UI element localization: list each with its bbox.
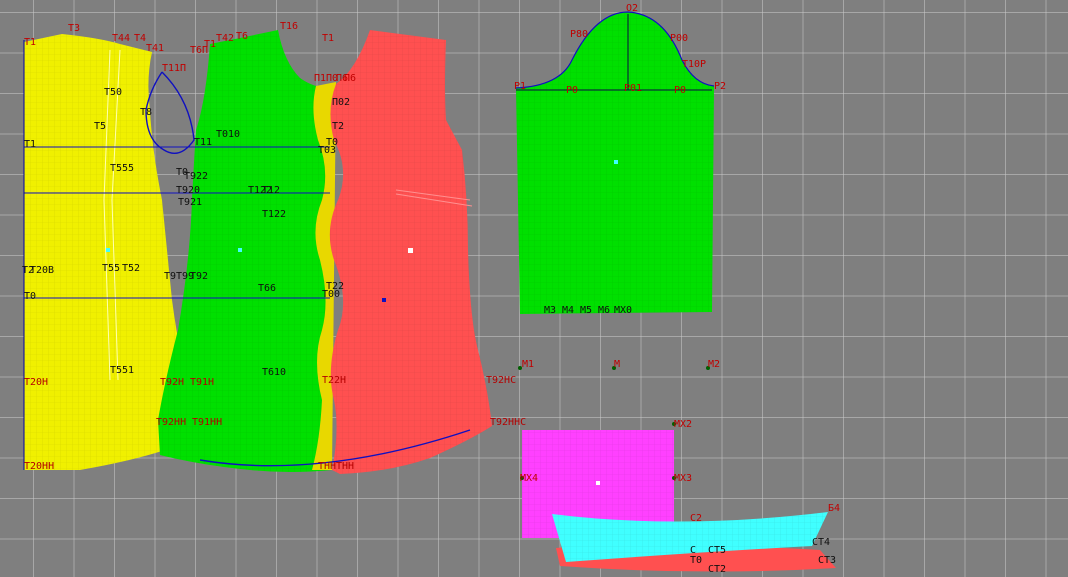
point-label: ТНН [336,461,355,472]
point-label: Т52 [122,263,141,274]
point-label: Т12 [262,185,281,196]
point-label: Т0 [24,291,37,302]
point-label: Т91НН [192,417,223,428]
point-label: Т4 [134,33,147,44]
point-label: М3 [544,305,557,316]
point-label: Т99 [176,271,195,282]
point-label: П02 [332,97,351,108]
point-label: Т03 [318,145,337,156]
point-label: Т92ННС [490,417,527,428]
point-label: Б4 [828,503,841,514]
point-label: Р1 [514,81,527,92]
point-label: Р2 [714,81,727,92]
point-label: М5 [580,305,593,316]
point-label: М1 [522,359,535,370]
point-label: Т1 [204,39,217,50]
point-label: Т920 [176,185,201,196]
point-label: Т44 [112,33,131,44]
point-label: Т20Н [24,377,49,388]
point-label: Т91Н [190,377,215,388]
point-label: Т66 [258,283,277,294]
point-label: Т0 [690,555,703,566]
point-label: Т551 [110,365,135,376]
point-label: Т16 [280,21,299,32]
point-label: М [614,359,621,370]
point-label: Т8 [140,107,153,118]
point-label: Р0 [566,85,579,96]
point-label: Т50 [104,87,123,98]
point-label: Т1 [322,33,335,44]
point-label: Т42 [216,33,235,44]
point-label: Т92НС [486,375,517,386]
point-label: Т1 [24,37,37,48]
point-label: Т2 [332,121,345,132]
point-label: Т9 [164,271,177,282]
point-label: Т6 [236,31,249,42]
point-label: СТ3 [818,555,837,566]
point-label: М2 [708,359,721,370]
point-label: Т20НН [24,461,55,472]
point-label: Т1 [24,139,37,150]
point-label: СТ5 [708,545,727,556]
point-label: СТ2 [708,564,727,575]
point-label: МХ0 [614,305,633,316]
point-label: Т00 [322,289,341,300]
point-label: Р00 [670,33,689,44]
point-label: Т921 [178,197,203,208]
point-label: Т55 [102,263,121,274]
point-label: Т3 [68,23,81,34]
point-label: МХ4 [520,473,539,484]
point-label: СТ4 [812,537,831,548]
point-label: Т5 [94,121,107,132]
point-label: Р80 [570,29,589,40]
point-label: МХ2 [674,419,693,430]
point-label: М4 [562,305,575,316]
point-label: Т10Р [682,59,707,70]
point-label: Т010 [216,129,241,140]
point-label: Т610 [262,367,287,378]
point-label: С2 [690,513,703,524]
point-label: Т92НН [156,417,187,428]
point-label: О2 [626,3,639,14]
point-label: С [690,545,697,556]
point-label: Т41 [146,43,165,54]
point-label: Т11 [194,137,213,148]
point-label: П1 [314,73,327,84]
pattern-drawing[interactable] [0,0,1068,577]
point-label: ТНН [318,461,337,472]
point-label: П6 [344,73,357,84]
point-label: Т92Н [160,377,185,388]
point-label: Т555 [110,163,135,174]
point-label: М6 [598,305,611,316]
point-label: МХ3 [674,473,693,484]
point-label: Т922 [184,171,209,182]
point-label: Р01 [624,83,643,94]
back-piece-green[interactable] [158,30,332,472]
pattern-canvas[interactable]: Т1 Т3 Т44 Т4 Т41 Т50 Т8 Т5 Т1 Т555 Т2 Т2… [0,0,1068,577]
point-label: Р0 [674,85,687,96]
point-label: Т20В [30,265,55,276]
point-label: Т22Н [322,375,347,386]
point-label: Т11П [162,63,187,74]
point-label: Т122 [262,209,287,220]
